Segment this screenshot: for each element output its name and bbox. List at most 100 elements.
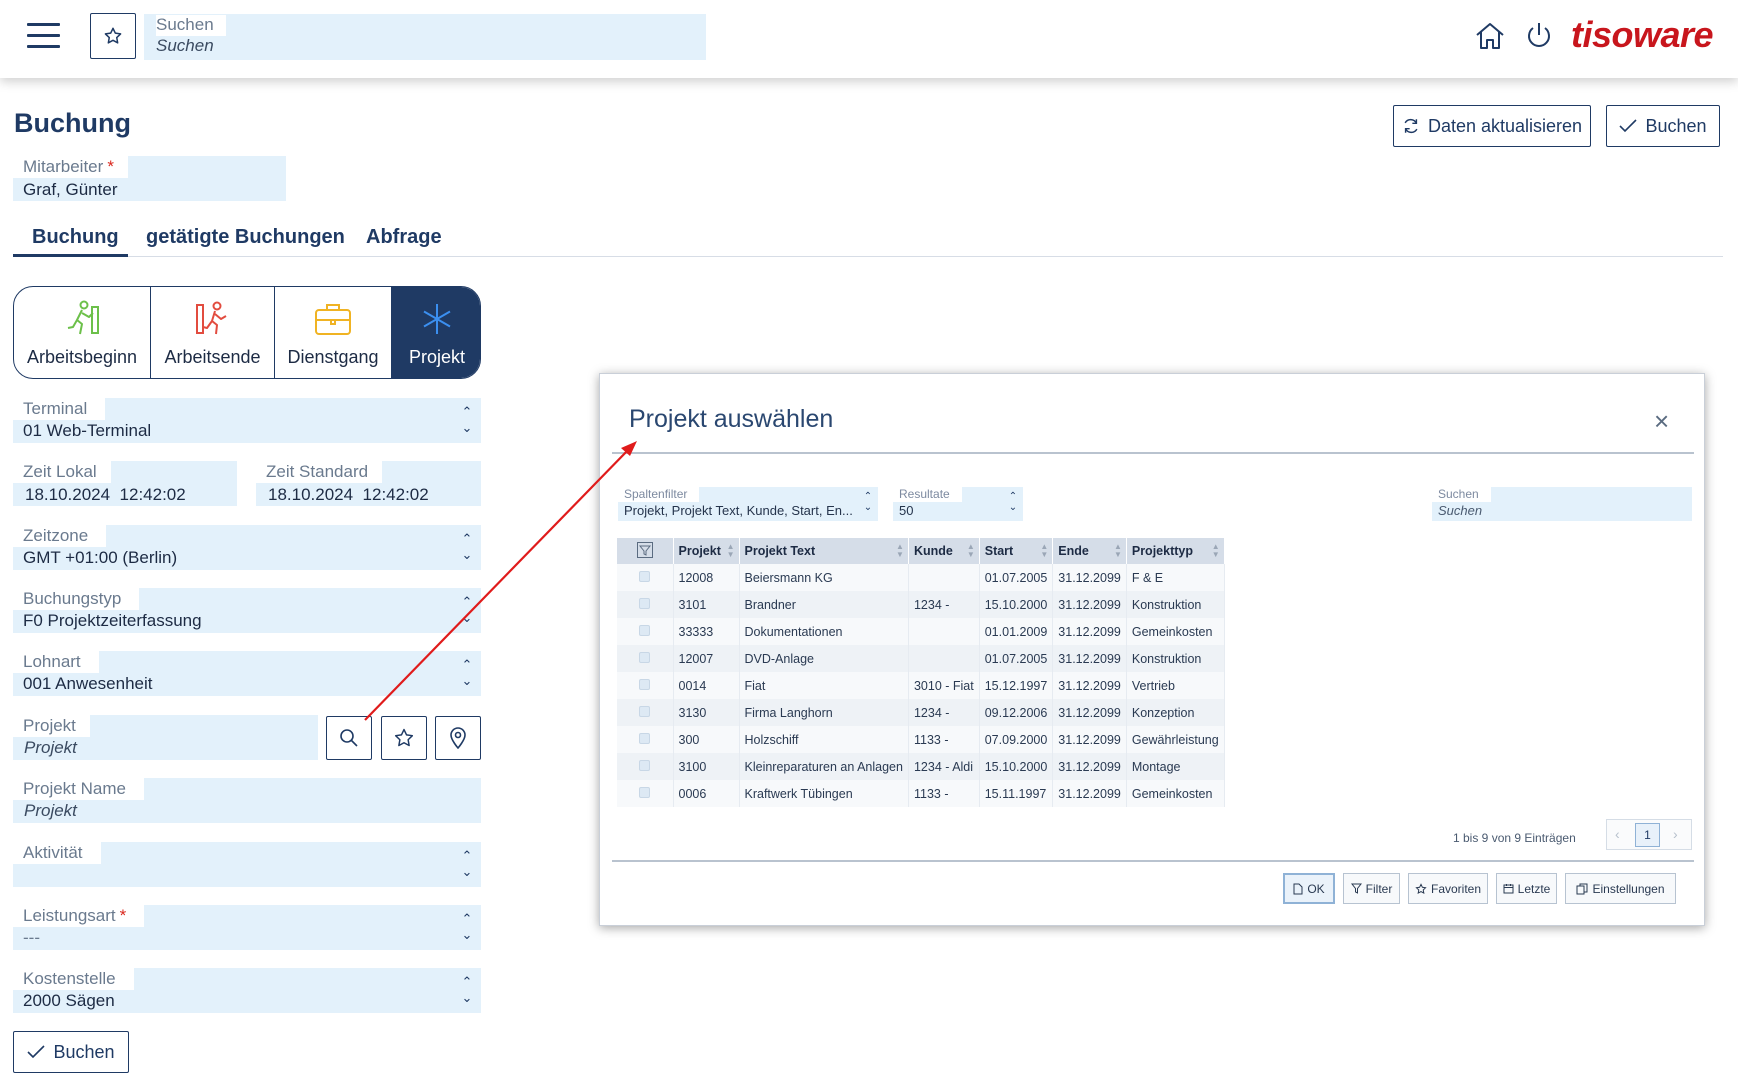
dialog-favoriten-button[interactable]: Favoriten (1408, 873, 1488, 904)
table-cell: 07.09.2000 (979, 726, 1054, 753)
pagination-next[interactable]: › (1673, 826, 1678, 842)
row-checkbox[interactable] (639, 651, 651, 663)
table-row[interactable]: 0006 Kraftwerk Tübingen 1133 -15.11.1997 31… (617, 780, 1225, 807)
dialog-title: Projekt auswählen (629, 405, 834, 433)
row-checkbox[interactable] (639, 759, 651, 771)
dialog-search-placeholder: Suchen (1438, 503, 1483, 518)
required-marker: * (107, 157, 114, 176)
column-header-projekttyp[interactable]: Projekttyp ▲ ▼ (1126, 538, 1225, 564)
table-row[interactable]: 33333 Dokumentationen 01.01.2009 31.12.2099… (617, 618, 1225, 645)
column-header-kunde[interactable]: Kunde ▲ ▼ (908, 538, 980, 564)
projekt-location-button[interactable] (435, 716, 481, 760)
row-checkbox-cell[interactable] (617, 645, 674, 672)
briefcase-icon (315, 304, 351, 335)
table-cell: 31.12.2099 (1052, 726, 1127, 753)
table-row[interactable]: 3100 Kleinreparaturen an Anlagen 1234 - Al… (617, 753, 1225, 780)
row-checkbox-cell[interactable] (617, 699, 674, 726)
book-button-top[interactable]: Buchen (1606, 105, 1720, 147)
table-cell: Konstruktion (1126, 645, 1225, 672)
table-cell: Kleinreparaturen an Anlagen (739, 753, 909, 780)
power-icon[interactable] (1524, 20, 1554, 50)
projekt-input[interactable]: Projekt Projekt (13, 715, 318, 760)
row-checkbox[interactable] (639, 786, 651, 798)
row-checkbox-cell[interactable] (617, 753, 674, 780)
table-cell: Vertrieb (1126, 672, 1225, 699)
projekt-placeholder: Projekt (24, 738, 77, 757)
tab-getaetigte-buchungen[interactable]: getätigte Buchungen (146, 226, 345, 249)
row-checkbox-cell[interactable] (617, 672, 674, 699)
menu-icon[interactable] (27, 21, 60, 49)
home-icon[interactable] (1474, 21, 1506, 51)
buchungstyp-select[interactable]: Buchungstyp F0 Projektzeiterfassung ⌃ ⌄ (13, 588, 481, 633)
terminal-select[interactable]: Terminal 01 Web-Terminal ⌃ ⌄ (13, 398, 481, 443)
row-checkbox-cell[interactable] (617, 618, 674, 645)
book-button-bottom[interactable]: Buchen (13, 1031, 129, 1073)
row-checkbox-cell[interactable] (617, 564, 674, 591)
booking-type-dienstgang[interactable]: Dienstgang (275, 287, 392, 378)
booking-type-projekt[interactable]: Projekt (392, 287, 480, 378)
lohnart-select[interactable]: Lohnart 001 Anwesenheit ⌃ ⌄ (13, 651, 481, 696)
table-cell: 0006 (673, 780, 740, 807)
row-checkbox[interactable] (639, 597, 651, 609)
document-icon (1293, 883, 1303, 894)
pagination-page[interactable]: 1 (1635, 823, 1660, 847)
table-cell: 31.12.2099 (1052, 618, 1127, 645)
dialog-einstellungen-button[interactable]: Einstellungen (1565, 873, 1676, 904)
row-checkbox[interactable] (639, 732, 651, 744)
zeitzone-select[interactable]: Zeitzone GMT +01:00 (Berlin) ⌃ ⌄ (13, 525, 481, 570)
row-checkbox[interactable] (639, 624, 651, 636)
table-cell: 15.11.1997 (979, 780, 1054, 807)
column-header-projekt[interactable]: Projekt ▲ ▼ (673, 538, 740, 564)
pagination: ‹ 1 › (1606, 819, 1692, 850)
column-header-projekt-text[interactable]: Projekt Text ▲ ▼ (739, 538, 909, 564)
table-cell: Kraftwerk Tübingen (739, 780, 909, 807)
table-cell: 15.10.2000 (979, 591, 1054, 618)
dialog-title-divider (612, 452, 1694, 454)
projekt-name-label: Projekt Name (13, 778, 144, 800)
refresh-data-button[interactable]: Daten aktualisieren (1393, 105, 1591, 147)
projekt-search-button[interactable] (326, 716, 372, 760)
row-checkbox-cell[interactable] (617, 780, 674, 807)
close-icon[interactable]: × (1654, 406, 1669, 437)
favorite-star-button[interactable] (90, 13, 136, 59)
column-header-ende[interactable]: Ende ▲ ▼ (1052, 538, 1127, 564)
row-checkbox[interactable] (639, 570, 651, 582)
zeit-lokal-field[interactable]: Zeit Lokal 18.10.2024 12:42:02 (13, 461, 237, 506)
tab-abfrage[interactable]: Abfrage (366, 226, 442, 249)
table-row[interactable]: 12008 Beiersmann KG 01.07.2005 31.12.2099 F … (617, 564, 1225, 591)
table-row[interactable]: 0014 Fiat 3010 - Fiat 15.12.1997 31.12.2099 V… (617, 672, 1225, 699)
leistungsart-select[interactable]: Leistungsart * --- ⌃ ⌄ (13, 905, 481, 950)
resultate-select[interactable]: Resultate 50 ⌃ ⌄ (893, 487, 1023, 521)
kostenstelle-select[interactable]: Kostenstelle 2000 Sägen ⌃ ⌄ (13, 968, 481, 1013)
zeit-standard-field[interactable]: Zeit Standard 18.10.2024 12:42:02 (256, 461, 481, 506)
booking-type-arbeitsende[interactable]: Arbeitsende (151, 287, 275, 378)
row-checkbox-cell[interactable] (617, 591, 674, 618)
row-checkbox[interactable] (639, 678, 651, 690)
employee-field[interactable]: Mitarbeiter * Graf, Günter (13, 156, 286, 201)
calendar-icon (1503, 884, 1514, 894)
table-row[interactable]: 300 Holzschiff 1133 -07.09.2000 31.12.2099 G… (617, 726, 1225, 753)
dialog-letzte-button[interactable]: Letzte (1496, 873, 1557, 904)
table-cell: Gemeinkosten (1126, 780, 1225, 807)
tab-buchung[interactable]: Buchung (32, 226, 119, 249)
dialog-search-input[interactable]: Suchen Suchen (1432, 487, 1692, 521)
dialog-filter-button[interactable]: Filter (1343, 873, 1400, 904)
booking-type-arbeitsbeginn[interactable]: Arbeitsbeginn (14, 287, 151, 378)
table-row[interactable]: 12007 DVD-Anlage 01.07.2005 31.12.2099 Konst… (617, 645, 1225, 672)
sort-icon: ▲ ▼ (1211, 542, 1220, 559)
pagination-prev[interactable]: ‹ (1615, 826, 1620, 842)
row-checkbox[interactable] (639, 705, 651, 717)
aktivitaet-select[interactable]: Aktivität ⌃ ⌄ (13, 842, 481, 887)
table-cell: 1234 - Aldi (908, 753, 980, 780)
global-search-input[interactable]: Suchen Suchen (144, 14, 706, 60)
filter-column-header[interactable] (617, 538, 674, 564)
table-row[interactable]: 3101 Brandner 1234 -15.10.2000 31.12.2099 Ko… (617, 591, 1225, 618)
einstellungen-label: Einstellungen (1592, 881, 1665, 896)
spaltenfilter-select[interactable]: Spaltenfilter Projekt, Projekt Text, Kun… (618, 487, 878, 521)
table-row[interactable]: 3130 Firma Langhorn 1234 -09.12.2006 31.12.… (617, 699, 1225, 726)
row-checkbox-cell[interactable] (617, 726, 674, 753)
column-header-start[interactable]: Start ▲ ▼ (979, 538, 1054, 564)
dialog-ok-button[interactable]: OK (1283, 873, 1335, 904)
projekt-favorite-button[interactable] (381, 716, 427, 760)
projekt-name-input[interactable]: Projekt Name Projekt (13, 778, 481, 823)
